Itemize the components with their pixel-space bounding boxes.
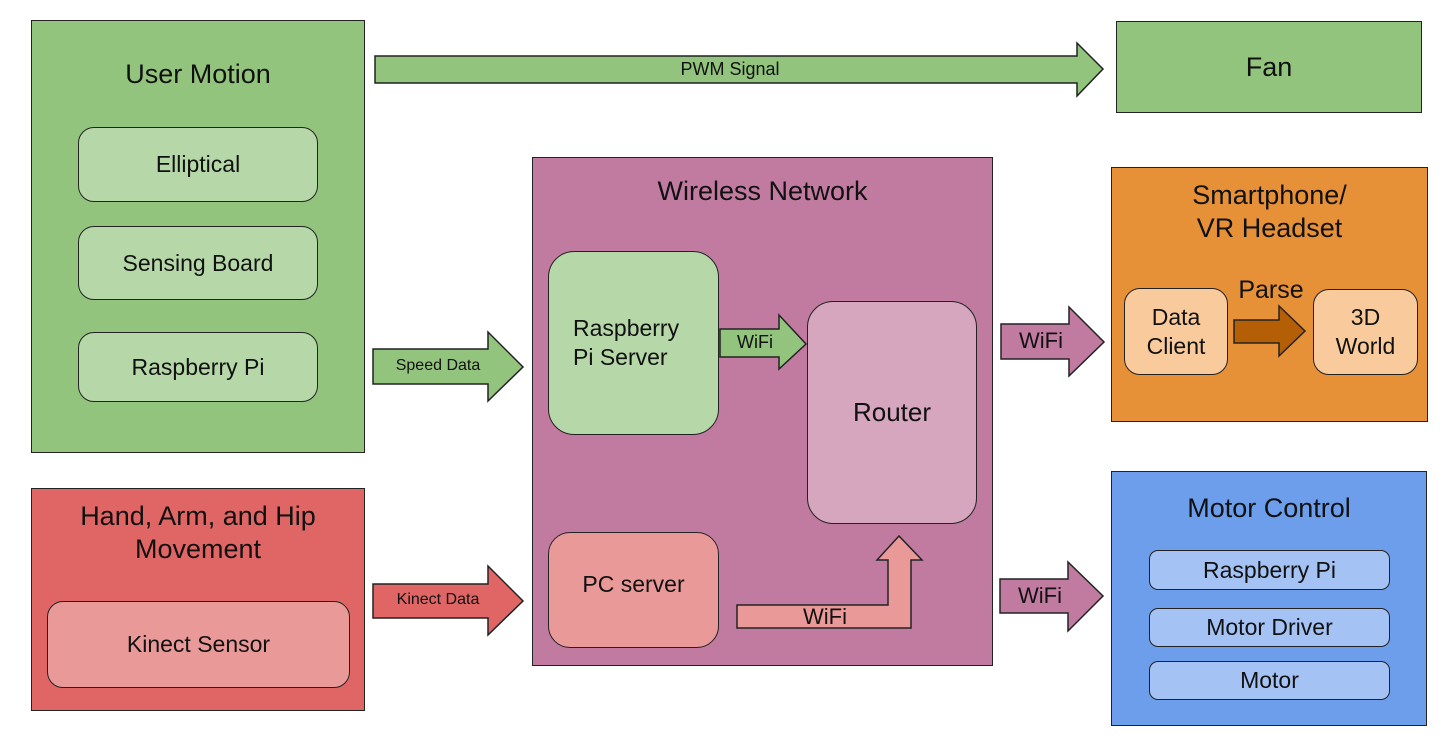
speed-data-label: Speed Data xyxy=(395,357,481,374)
wifi-pc-router-label: WiFi xyxy=(803,604,847,629)
wifi-rpi-router-label: WiFi xyxy=(737,332,773,352)
pwm-signal-label: PWM Signal xyxy=(680,59,780,79)
kinect-data-label: Kinect Data xyxy=(396,591,480,608)
parse-arrow xyxy=(1233,304,1307,358)
arrows-layer xyxy=(372,41,1307,637)
wifi-to-phone-label: WiFi xyxy=(1019,328,1063,353)
wifi-to-motor-label: WiFi xyxy=(1018,583,1062,608)
